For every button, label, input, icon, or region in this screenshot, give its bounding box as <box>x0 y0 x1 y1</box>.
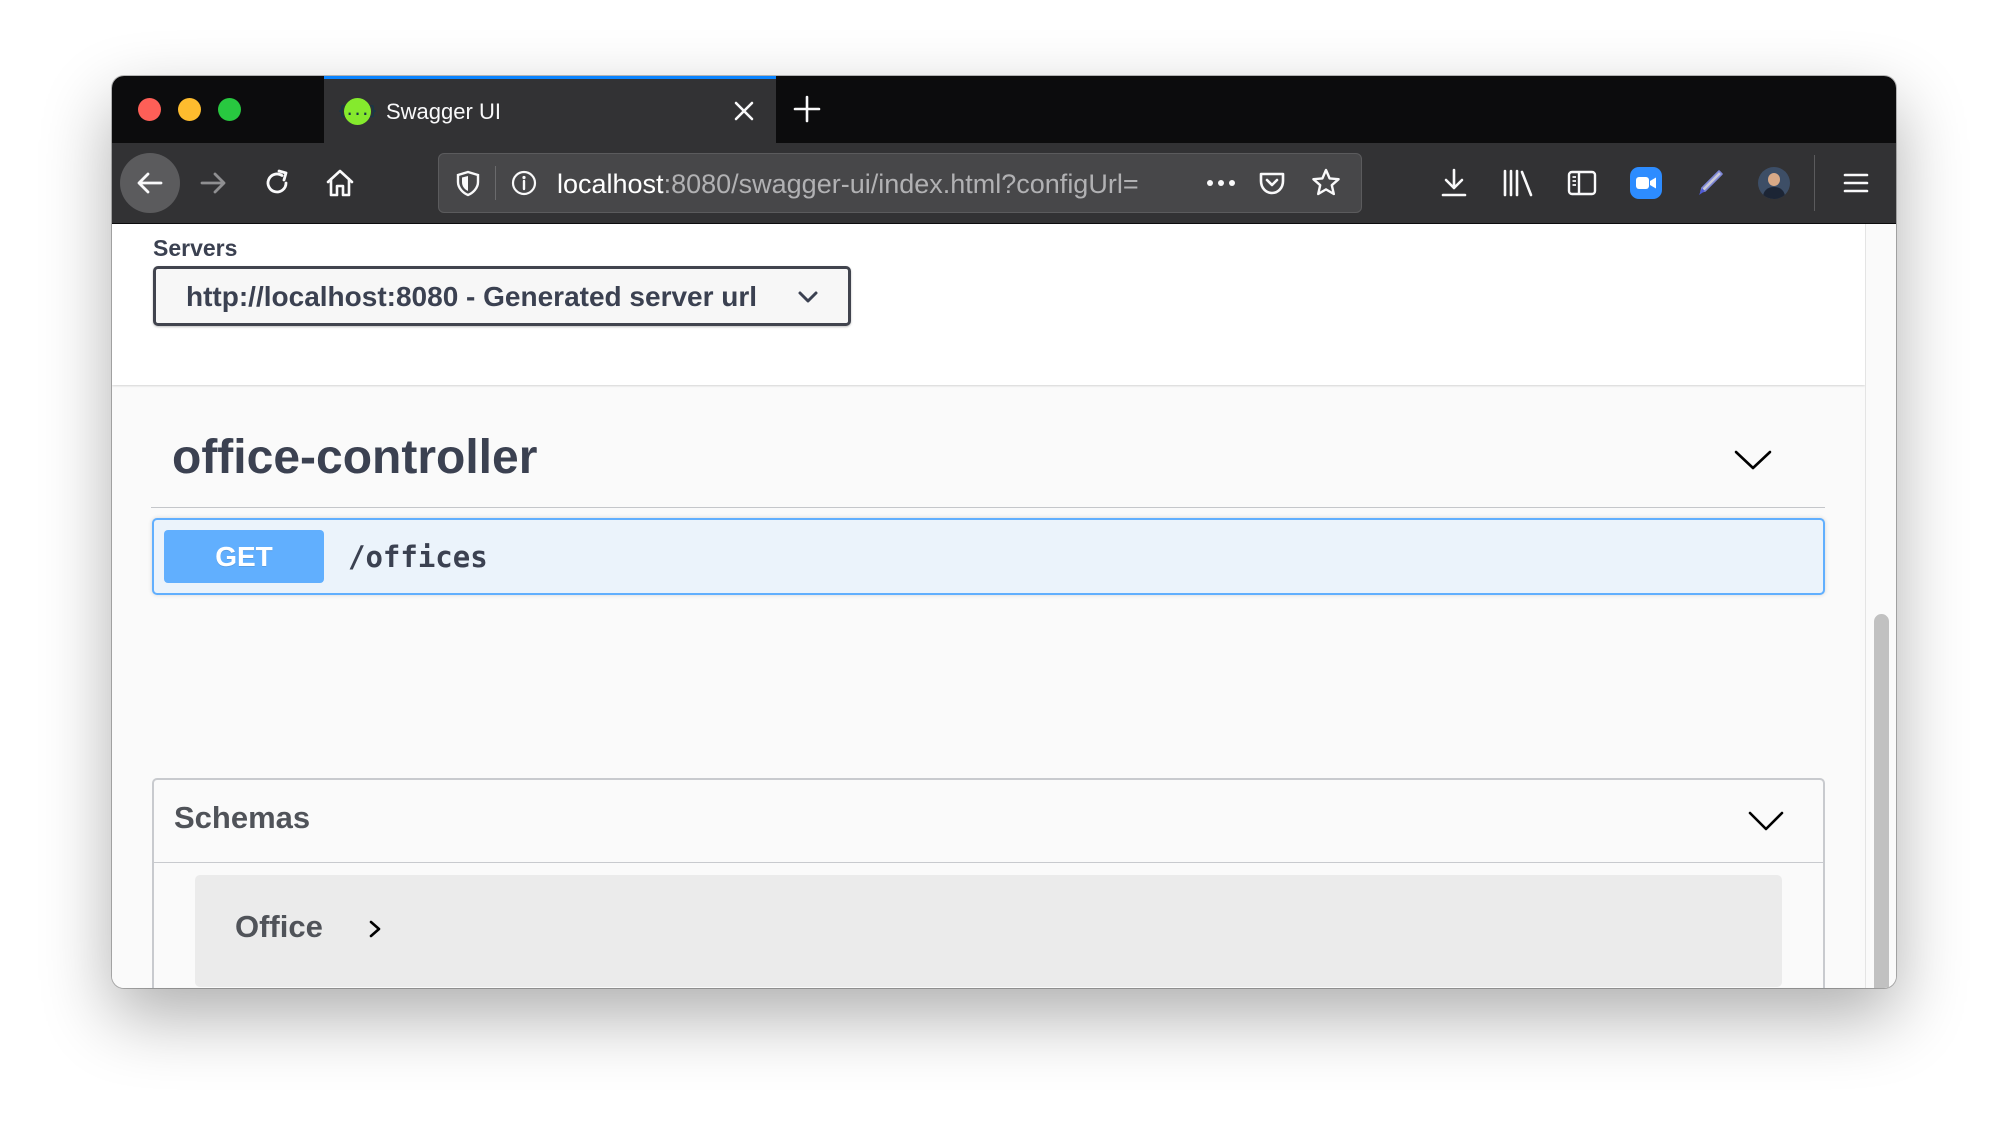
toolbar-divider <box>1814 155 1815 211</box>
download-icon[interactable] <box>1436 165 1472 201</box>
vertical-scrollbar[interactable] <box>1865 224 1896 988</box>
shield-icon[interactable] <box>453 168 483 198</box>
info-icon[interactable] <box>509 168 539 198</box>
tab-title: Swagger UI <box>386 99 501 124</box>
model-name: Office <box>235 909 323 944</box>
page-content: Servers http://localhost:8080 - Generate… <box>112 224 1865 988</box>
url-text[interactable]: localhost:8080/swagger-ui/index.html?con… <box>557 169 1187 201</box>
servers-select[interactable]: http://localhost:8080 - Generated server… <box>153 266 851 326</box>
close-tab-icon[interactable] <box>730 97 758 125</box>
scrollbar-thumb[interactable] <box>1874 614 1889 988</box>
method-badge: GET <box>164 530 324 583</box>
schemas-title: Schemas <box>174 800 311 835</box>
star-icon[interactable] <box>1309 166 1343 200</box>
operation-get-offices[interactable]: GET /offices <box>152 518 1825 595</box>
minimize-window-button[interactable] <box>178 98 201 121</box>
tag-title: office-controller <box>172 431 538 484</box>
servers-section: Servers http://localhost:8080 - Generate… <box>112 224 1865 385</box>
swagger-favicon-icon: {...} <box>338 98 377 125</box>
servers-selected-value: http://localhost:8080 - Generated server… <box>186 281 758 312</box>
forward-icon[interactable] <box>183 153 243 213</box>
zoom-icon[interactable] <box>1628 165 1664 201</box>
url-bar[interactable]: localhost:8080/swagger-ui/index.html?con… <box>438 153 1362 213</box>
close-window-button[interactable] <box>138 98 161 121</box>
nav-toolbar: localhost:8080/swagger-ui/index.html?con… <box>112 143 1896 224</box>
reload-icon[interactable] <box>247 153 307 213</box>
url-host: localhost <box>557 169 664 199</box>
zoom-window-button[interactable] <box>218 98 241 121</box>
url-divider <box>495 166 496 200</box>
tab-swagger-ui[interactable]: {...} Swagger UI <box>324 76 776 143</box>
browser-window: {...} Swagger UI localhost:8080/swagger-… <box>112 76 1896 988</box>
more-icon[interactable] <box>1203 168 1239 198</box>
chevron-right-icon[interactable] <box>367 917 383 941</box>
schemas-section: Schemas Office <box>152 778 1825 988</box>
home-icon[interactable] <box>310 153 370 213</box>
chevron-down-icon <box>796 287 820 307</box>
avatar[interactable] <box>1756 165 1792 201</box>
chevron-down-icon[interactable] <box>1747 808 1785 834</box>
tag-header-office-controller[interactable]: office-controller <box>151 424 1825 508</box>
model-office[interactable]: Office <box>195 875 1782 987</box>
new-tab-icon[interactable] <box>790 92 824 126</box>
operation-path: /offices <box>348 540 488 574</box>
tab-strip: {...} Swagger UI <box>112 76 1896 143</box>
url-path: :8080/swagger-ui/index.html?configUrl= <box>663 169 1139 199</box>
servers-label: Servers <box>153 235 238 261</box>
chevron-down-icon[interactable] <box>1733 446 1773 474</box>
hamburger-menu-icon[interactable] <box>1838 165 1874 201</box>
sidebar-icon[interactable] <box>1564 165 1600 201</box>
schemas-header[interactable]: Schemas <box>154 780 1823 863</box>
back-icon[interactable] <box>120 153 180 213</box>
pocket-icon[interactable] <box>1255 166 1289 200</box>
library-icon[interactable] <box>1500 165 1536 201</box>
pen-icon[interactable] <box>1692 165 1728 201</box>
